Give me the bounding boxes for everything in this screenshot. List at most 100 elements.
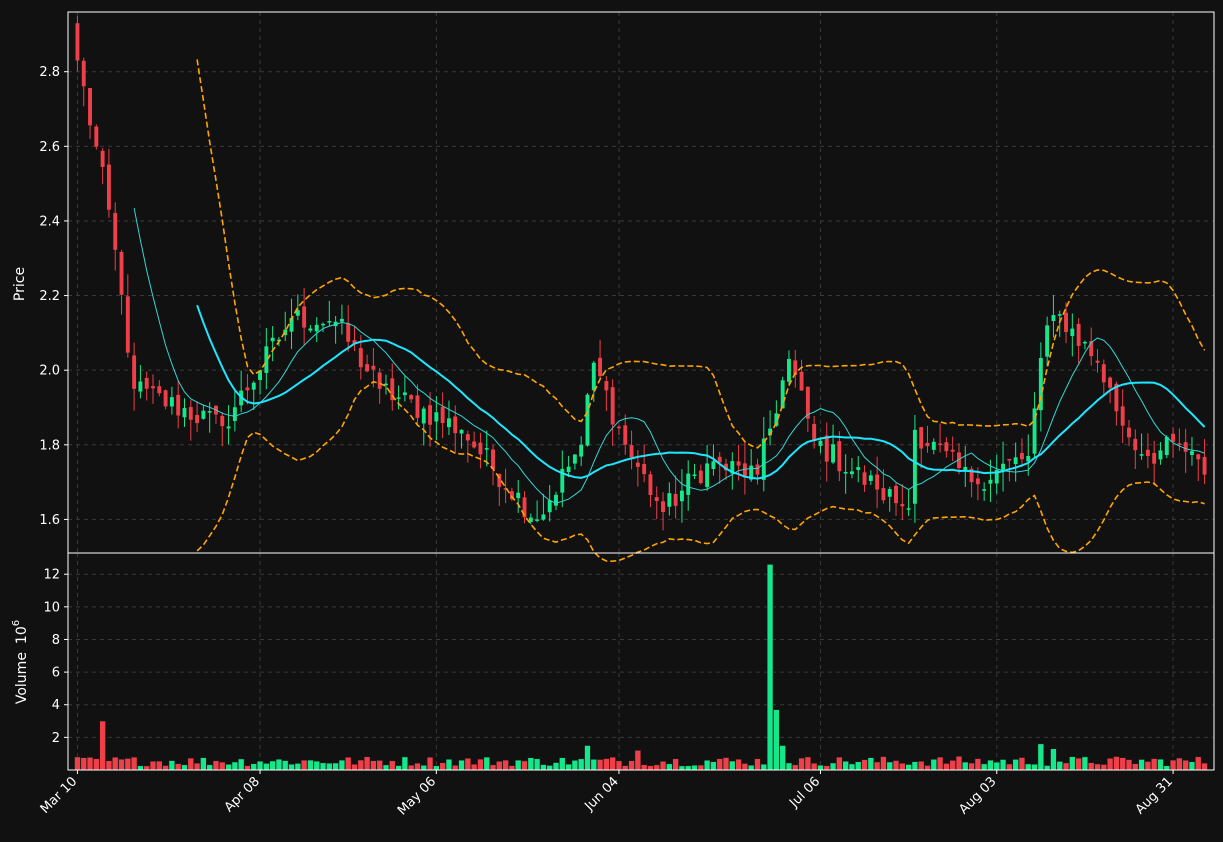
- candle-body: [270, 337, 275, 342]
- volume-bar: [596, 759, 604, 771]
- candle-body: [837, 441, 842, 472]
- volume-bar: [1132, 763, 1139, 771]
- volume-bar: [1088, 762, 1095, 771]
- volume-bar: [1144, 761, 1152, 771]
- candle-body: [698, 470, 703, 484]
- candle-body: [144, 377, 149, 389]
- volume-bar: [546, 765, 553, 771]
- candle-body: [692, 474, 697, 476]
- candle-body: [862, 472, 867, 485]
- volume-bar: [1012, 759, 1019, 771]
- candle-body: [566, 466, 571, 473]
- volume-bar: [880, 756, 887, 771]
- candle-body: [982, 489, 987, 491]
- candle-body: [843, 472, 848, 474]
- x-axis-ticks: Mar 10 Apr 08 May 06 Jun 04 Jul 06 Aug 03 Aug …: [38, 770, 1176, 818]
- candle-body: [314, 324, 319, 332]
- candle-body: [81, 60, 86, 87]
- volume-bar: [1100, 764, 1107, 771]
- candle-body: [465, 434, 470, 441]
- volume-bar: [603, 758, 610, 771]
- candle-body: [1013, 457, 1018, 465]
- candle-body: [705, 463, 710, 488]
- candle-body: [1158, 450, 1163, 460]
- volume-bar: [244, 765, 251, 771]
- volume-bar: [785, 762, 793, 771]
- candle-body: [925, 442, 930, 447]
- candle-body: [1038, 358, 1043, 411]
- volume-bar: [426, 757, 434, 771]
- candle-body: [138, 381, 143, 392]
- volume-bar: [219, 761, 226, 771]
- candle-body: [1133, 438, 1138, 451]
- volume-bar: [1025, 763, 1032, 771]
- volume-bar: [981, 763, 988, 771]
- volume-bar: [703, 760, 711, 771]
- price-frame: [67, 11, 1215, 554]
- volume-bar: [533, 758, 541, 771]
- candle-body: [610, 387, 615, 425]
- candle-body: [541, 514, 546, 520]
- price-grid: [68, 12, 1214, 553]
- volume-bar: [275, 758, 283, 771]
- x-tick-label: May 06: [395, 774, 439, 818]
- candle-body: [591, 362, 596, 391]
- volume-bar: [118, 758, 125, 771]
- candle-body: [667, 493, 672, 507]
- volume-bar: [313, 760, 320, 771]
- volume-bar: [1195, 756, 1202, 771]
- x-tick-label: Mar 10: [38, 774, 81, 817]
- x-tick-label: Jul 06: [786, 774, 823, 811]
- volume-bar: [792, 764, 799, 771]
- candle-body: [711, 461, 716, 469]
- volume-bar: [452, 765, 459, 771]
- volume-bar: [647, 765, 654, 771]
- price-panel: 1.6 1.8 2.0 2.2 2.4 2.6 2.8 Price: [12, 11, 1215, 563]
- volume-bar: [1031, 763, 1038, 771]
- volume-bar: [811, 763, 818, 771]
- candle-body: [415, 395, 420, 418]
- price-tick-label: 2.6: [39, 140, 60, 155]
- volume-bar: [748, 764, 755, 771]
- volume-bar: [256, 760, 264, 771]
- price-candles: [75, 16, 1207, 531]
- volume-bar: [105, 760, 113, 771]
- volume-bar: [829, 762, 837, 771]
- volume-bar: [288, 763, 295, 771]
- volume-bar: [1062, 762, 1070, 771]
- volume-bar: [1075, 757, 1082, 771]
- volume-bar: [848, 763, 856, 771]
- volume-panel: 24681012 Volume106: [11, 552, 1215, 771]
- candle-body: [1070, 328, 1075, 337]
- volume-bar: [962, 761, 969, 771]
- volume-bar: [955, 756, 963, 771]
- volume-bar: [1151, 758, 1158, 771]
- volume-bar: [766, 564, 774, 771]
- volume-bar: [578, 758, 585, 771]
- candle-body: [799, 371, 804, 391]
- volume-bar: [363, 756, 371, 771]
- volume-bar: [420, 765, 427, 771]
- candle-body: [251, 382, 256, 390]
- volume-bar: [112, 756, 119, 771]
- volume-axis-exponent-base: 10: [14, 626, 30, 644]
- volume-bar: [389, 760, 396, 771]
- candle-body: [201, 410, 206, 419]
- volume-bar: [477, 758, 484, 771]
- volume-bar: [678, 765, 686, 771]
- volume-bar: [206, 764, 213, 771]
- candle-body: [623, 425, 628, 445]
- volume-bar: [300, 759, 308, 771]
- volume-bar: [867, 757, 874, 771]
- candle-body: [919, 427, 924, 449]
- volume-bar: [351, 764, 358, 771]
- volume-bar: [949, 760, 956, 771]
- volume-bar: [672, 758, 679, 771]
- volume-bar: [653, 764, 660, 771]
- volume-bar: [1157, 758, 1164, 771]
- candle-body: [881, 488, 886, 501]
- volume-axis-label: Volume 106: [11, 620, 30, 704]
- candle-body: [1001, 463, 1006, 470]
- volume-bar: [401, 756, 409, 771]
- candle-body: [1051, 315, 1056, 321]
